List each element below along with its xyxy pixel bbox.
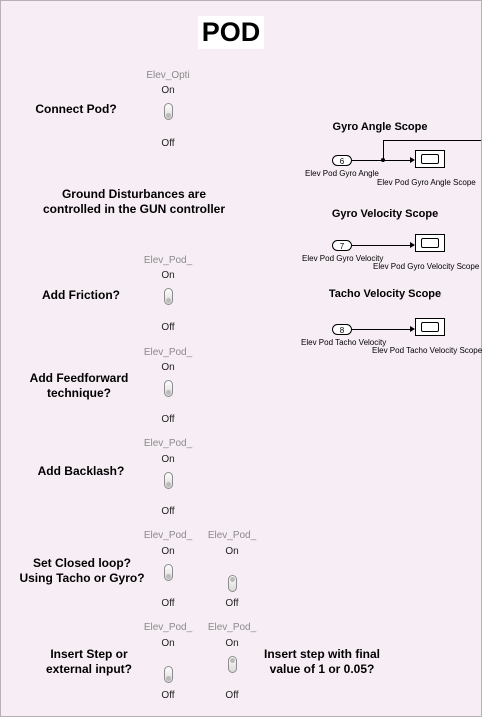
toggle-switch[interactable] <box>228 656 237 673</box>
toggle-switch[interactable] <box>164 380 173 397</box>
switch-off-label: Off <box>161 138 175 149</box>
switch-block-name: Elev_Pod_ <box>143 347 193 358</box>
switch-off-label: Off <box>161 414 175 425</box>
inport-8[interactable]: 8 <box>332 324 352 335</box>
switch-block-name: Elev_Pod_ <box>143 438 193 449</box>
switch-off-label: Off <box>161 322 175 333</box>
tacho-velocity-scope-title: Tacho Velocity Scope <box>328 288 442 300</box>
gyro-angle-scope-title: Gyro Angle Scope <box>332 121 428 133</box>
switch-off-label: Off <box>225 690 239 701</box>
toggle-switch[interactable] <box>164 288 173 305</box>
switch-off-label: Off <box>161 506 175 517</box>
switch-on-label: On <box>161 85 175 96</box>
switch-block-name: Elev_Pod_ <box>207 530 257 541</box>
scope-screen-icon <box>421 238 439 248</box>
inport-7[interactable]: 7 <box>332 240 352 251</box>
signal-branch-line[interactable] <box>383 140 384 160</box>
switch-on-label: On <box>161 270 175 281</box>
signal-line[interactable] <box>352 245 410 246</box>
switch-off-label: Off <box>225 598 239 609</box>
scope-screen-icon <box>421 322 439 332</box>
switch-on-label: On <box>225 546 239 557</box>
switch-on-label: On <box>161 454 175 465</box>
gyro-velocity-scope-block[interactable] <box>415 234 445 252</box>
signal-branch-line[interactable] <box>383 140 481 141</box>
toggle-switch[interactable] <box>164 472 173 489</box>
switch-block-name: Elev_Pod_ <box>143 530 193 541</box>
toggle-switch[interactable] <box>164 666 173 683</box>
add-backlash-label: Add Backlash? <box>37 464 125 478</box>
switch-on-label: On <box>225 638 239 649</box>
scope-label: Elev Pod Gyro Velocity Scope <box>373 262 480 271</box>
scope-screen-icon <box>421 154 439 164</box>
connect-pod-label: Connect Pod? <box>35 102 117 116</box>
step-value-label: Insert step with final value of 1 or 0.0… <box>263 647 380 676</box>
toggle-switch[interactable] <box>164 103 173 120</box>
toggle-switch[interactable] <box>164 564 173 581</box>
switch-block-name: Elev_Pod_ <box>143 622 193 633</box>
closed-loop-label: Set Closed loop? Using Tacho or Gyro? <box>19 556 145 585</box>
toggle-switch[interactable] <box>228 575 237 592</box>
scope-label: Elev Pod Gyro Angle Scope <box>377 178 476 187</box>
signal-line[interactable] <box>352 329 410 330</box>
port-label: Elev Pod Gyro Angle <box>305 169 379 178</box>
tacho-velocity-scope-block[interactable] <box>415 318 445 336</box>
add-feedforward-label: Add Feedforward technique? <box>29 371 129 400</box>
inport-6[interactable]: 6 <box>332 155 352 166</box>
ground-disturbances-label: Ground Disturbances are controlled in th… <box>42 187 225 216</box>
switch-block-name: Elev_Pod_ <box>143 255 193 266</box>
switch-on-label: On <box>161 546 175 557</box>
add-friction-label: Add Friction? <box>42 288 120 302</box>
insert-step-label: Insert Step or external input? <box>45 647 132 676</box>
switch-off-label: Off <box>161 598 175 609</box>
switch-block-name: Elev_Opti <box>146 70 190 81</box>
switch-on-label: On <box>161 638 175 649</box>
switch-on-label: On <box>161 362 175 373</box>
gyro-angle-scope-block[interactable] <box>415 150 445 168</box>
gyro-velocity-scope-title: Gyro Velocity Scope <box>331 208 439 220</box>
scope-label: Elev Pod Tacho Velocity Scope <box>372 346 482 355</box>
port-label: Elev Pod Gyro Velocity <box>302 254 384 263</box>
model-canvas[interactable]: POD Connect Pod? Ground Disturbances are… <box>0 0 482 717</box>
switch-block-name: Elev_Pod_ <box>207 622 257 633</box>
switch-off-label: Off <box>161 690 175 701</box>
page-title: POD <box>198 16 264 49</box>
